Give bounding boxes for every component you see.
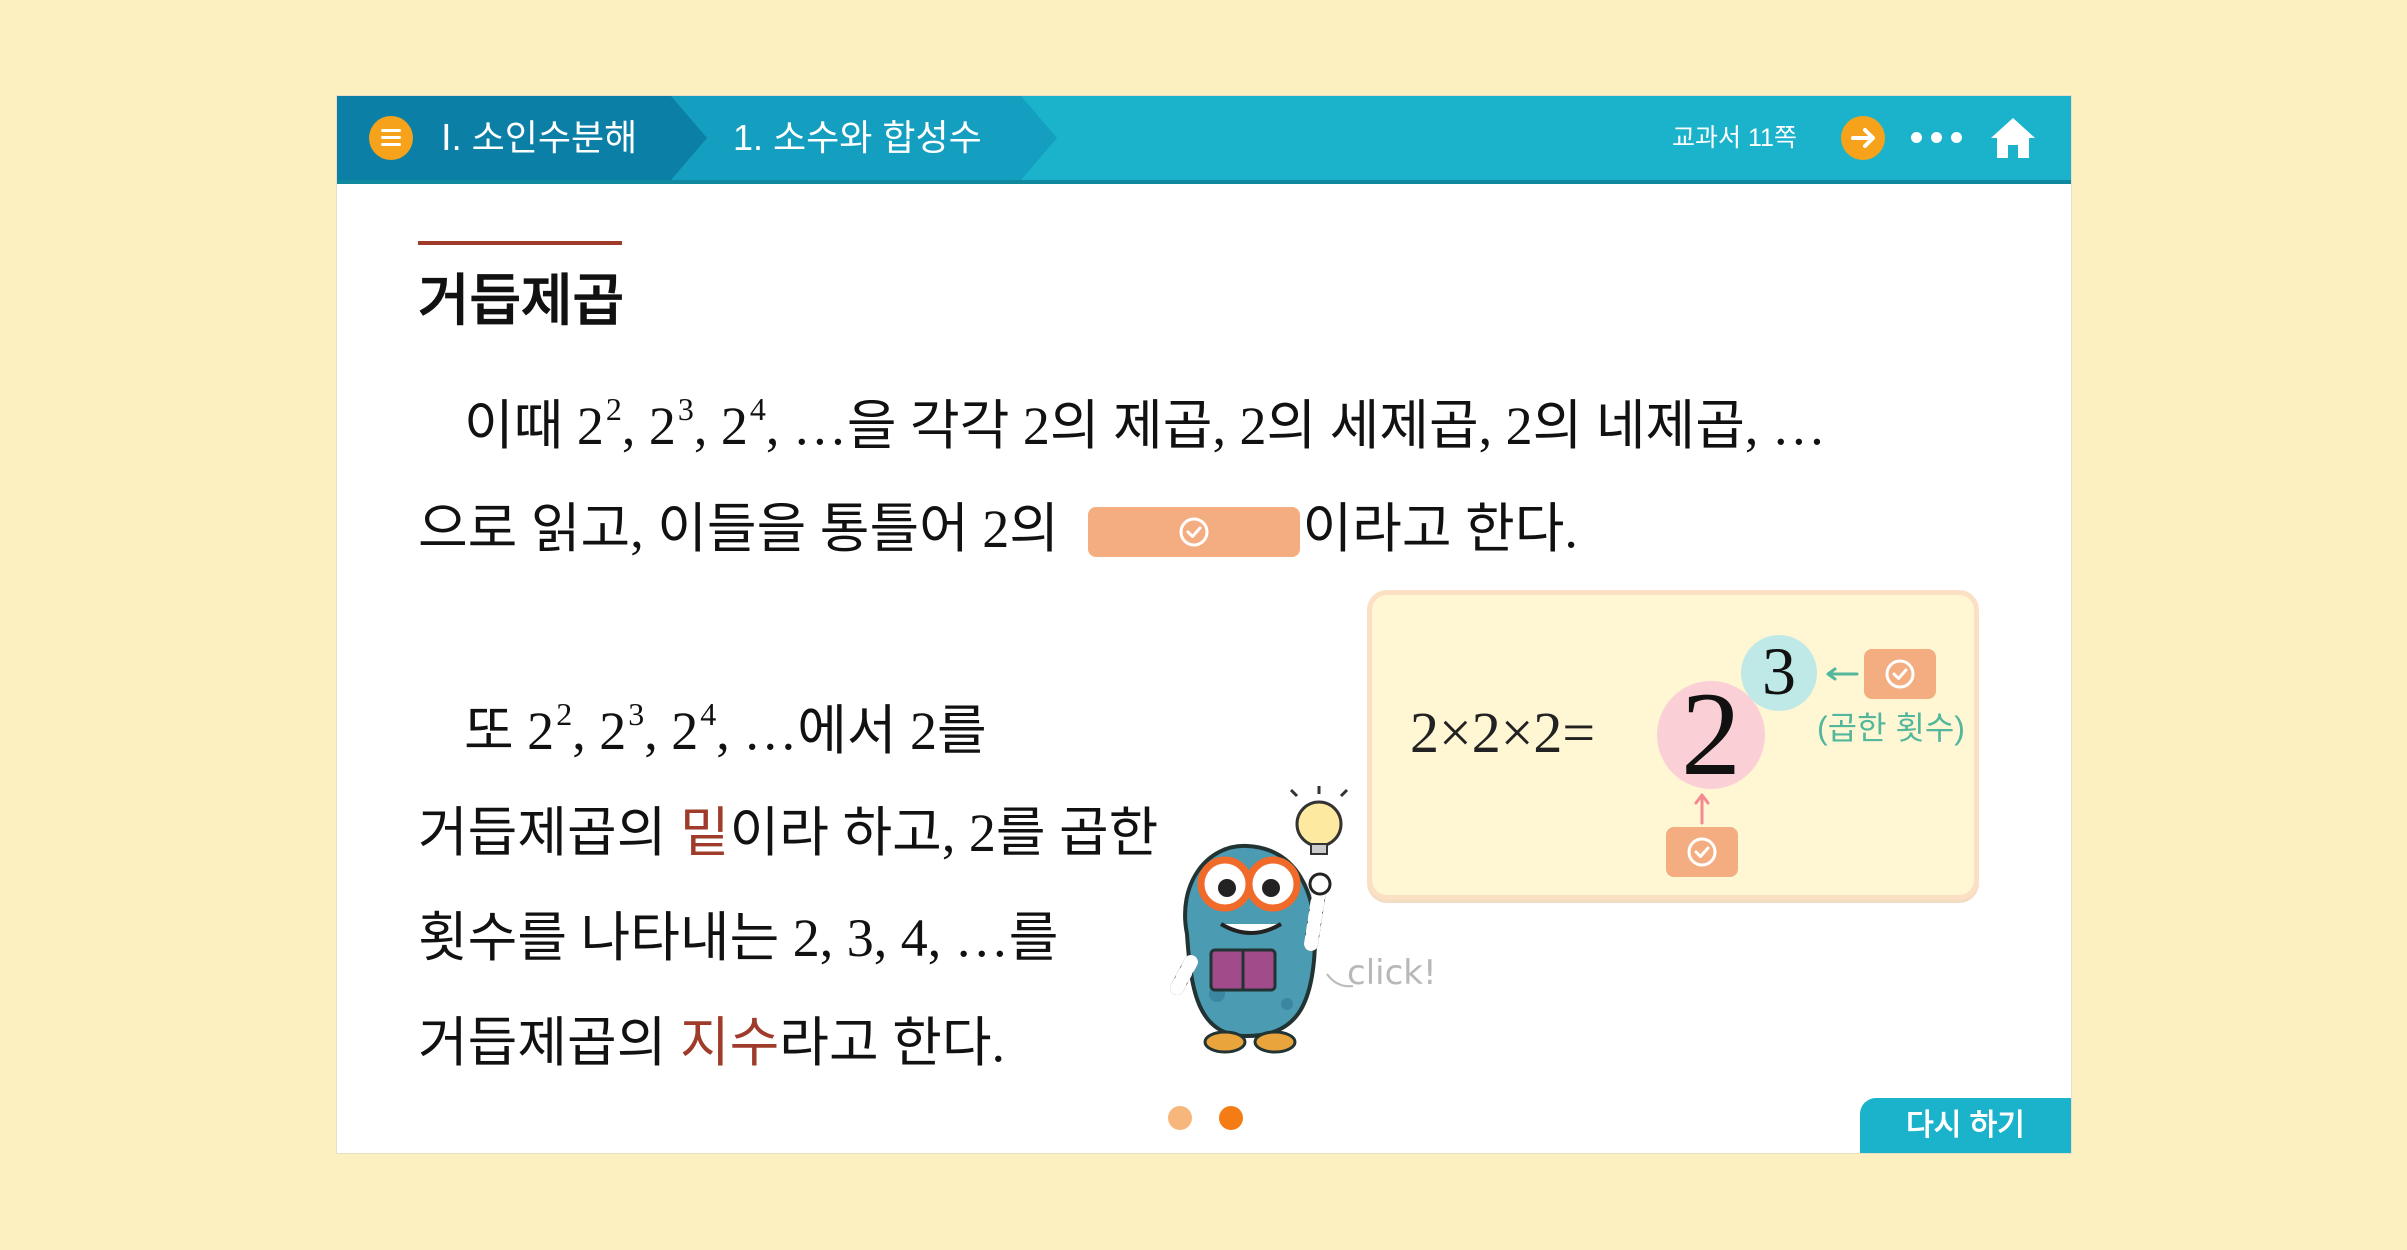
lightbulb-icon (1289, 786, 1349, 855)
lesson-window: Ⅰ. 소인수분해 1. 소수와 합성수 교과서 11쪽 거듭제곱 이때 22, … (337, 96, 2071, 1153)
page-dot-1[interactable] (1168, 1106, 1192, 1130)
title-underline (418, 241, 622, 245)
exponent-answer-button[interactable] (1864, 649, 1936, 699)
arrow-right-icon[interactable] (1841, 116, 1885, 160)
arrow-left-icon (1826, 667, 1859, 681)
check-icon (1885, 659, 1915, 689)
term-base: 밑 (679, 803, 730, 863)
paragraph-line-1: 이때 22, 23, 24, …을 각각 2의 제곱, 2의 세제곱, 2의 네… (464, 391, 1826, 456)
textbook-page-ref: 교과서 11쪽 (1672, 124, 1797, 152)
arrow-up-icon (1694, 793, 1710, 825)
term-exponent: 지수 (679, 1013, 780, 1073)
more-dots-icon[interactable] (1907, 116, 1967, 160)
base-answer-button[interactable] (1666, 827, 1738, 877)
exponent-label: (곱한 횟수) (1817, 710, 1965, 746)
menu-icon[interactable] (369, 116, 413, 160)
exponent-diagram: 2×2×2= 2 3 (곱한 횟수) (1367, 590, 1979, 900)
header-bar: Ⅰ. 소인수분해 1. 소수와 합성수 교과서 11쪽 (337, 96, 2071, 184)
section-title: 거듭제곱 (418, 269, 625, 332)
paragraph-line-3: 또 22, 23, 24, …에서 2를 (464, 696, 987, 761)
retry-button[interactable]: 다시 하기 (1860, 1098, 2071, 1153)
mascot-character[interactable] (1147, 774, 1387, 1064)
paragraph-line-5: 횟수를 나타내는 2, 3, 4, …를 (418, 908, 1059, 968)
exponent-number: 3 (1762, 633, 1796, 709)
home-icon[interactable] (1985, 110, 2041, 166)
page-dot-2[interactable] (1219, 1106, 1243, 1130)
breadcrumb-section[interactable]: 1. 소수와 합성수 (733, 116, 982, 160)
paragraph-line-2: 으로 읽고, 이들을 통틀어 2의 이라고 한다. (418, 499, 1578, 559)
breadcrumb-unit[interactable]: Ⅰ. 소인수분해 (441, 116, 637, 160)
check-icon (1687, 837, 1717, 867)
answer-blank-button[interactable] (1088, 506, 1301, 557)
click-hint: click! (1347, 953, 1437, 993)
paragraph-line-6: 거듭제곱의 지수라고 한다. (418, 1013, 1006, 1073)
paragraph-line-4: 거듭제곱의 밑이라 하고, 2를 곱한 (418, 803, 1159, 863)
check-icon (1179, 517, 1209, 547)
product-expression: 2×2×2= (1410, 700, 1596, 765)
